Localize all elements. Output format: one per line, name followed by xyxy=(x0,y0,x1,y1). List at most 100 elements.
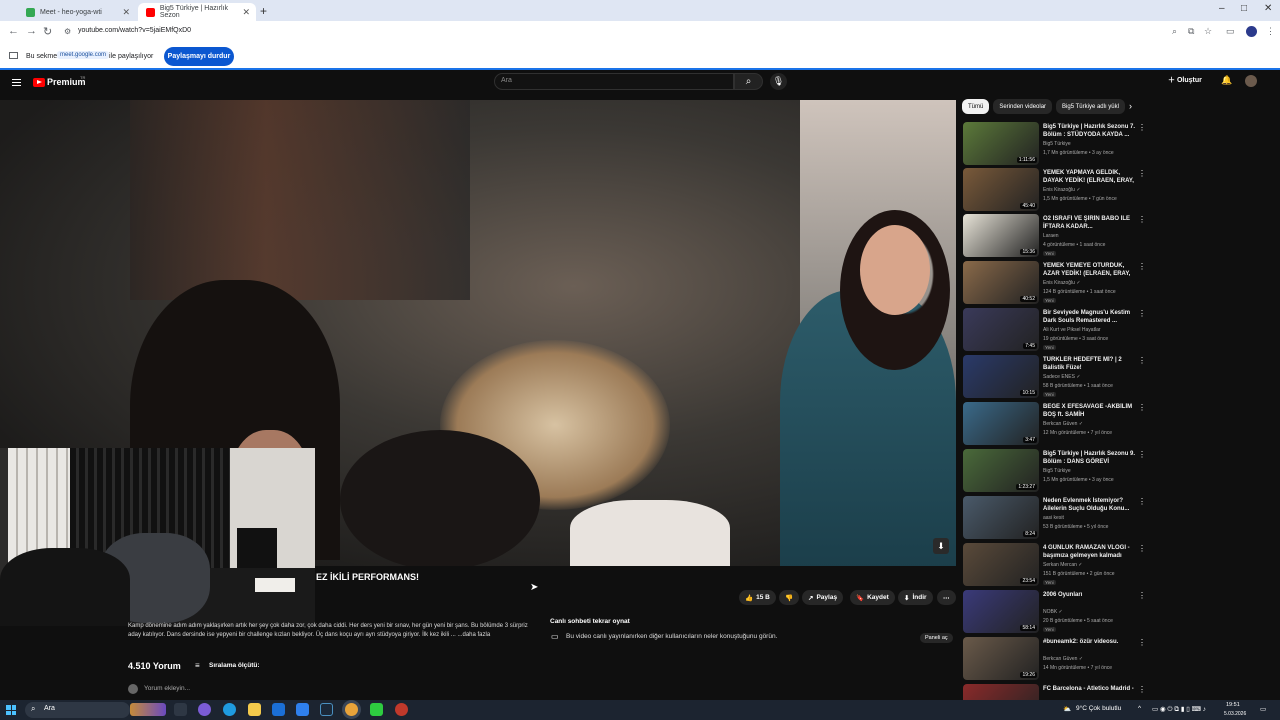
tray-icons[interactable]: ▭ ◉ ⏻ ⧉ ▮ ▯ ⌨ ♪ xyxy=(1152,705,1206,714)
save-to-device-icon[interactable]: ⬇ xyxy=(933,538,949,554)
edge-icon[interactable] xyxy=(223,703,236,716)
voice-search-button[interactable]: 🎙 xyxy=(770,73,787,90)
more-vertical-icon[interactable]: ⋮ xyxy=(1138,403,1146,412)
steam-icon[interactable] xyxy=(320,703,333,716)
recommendation-item[interactable]: 1:11:56 Big5 Türkiye | Hazırlık Sezonu 7.… xyxy=(963,122,1153,166)
like-button[interactable]: 👍 15 B xyxy=(739,590,776,605)
reload-icon[interactable]: ↻ xyxy=(43,25,52,38)
recommendation-item[interactable]: 15:36 O2 İSRAFI VE ŞİRİN BABO İLE İFTARA … xyxy=(963,214,1153,258)
more-vertical-icon[interactable]: ⋮ xyxy=(1138,544,1146,553)
clock-date[interactable]: 5.03.2026 xyxy=(1224,711,1246,717)
store-icon[interactable] xyxy=(272,703,285,716)
recommendation-item[interactable]: 10:15 TÜRKLER HEDEFTE Mİ? | 2 Balistik Fü… xyxy=(963,355,1153,399)
extensions-icon[interactable]: ▭ xyxy=(1226,26,1235,37)
weather-icon[interactable]: ⛅ xyxy=(1063,705,1071,713)
file-explorer-icon[interactable] xyxy=(248,703,261,716)
download-button[interactable]: ⬇ İndir xyxy=(898,590,933,605)
widget-icon[interactable] xyxy=(130,703,166,716)
video-thumbnail[interactable]: 7:45 xyxy=(963,308,1039,351)
tab-youtube[interactable]: Big5 Türkiye | Hazırlık Sezon ✕ xyxy=(138,3,256,21)
notifications-bell-icon[interactable]: 🔔 xyxy=(1221,75,1232,86)
clock-time[interactable]: 19:51 xyxy=(1226,702,1240,708)
maximize-icon[interactable]: □ xyxy=(1241,3,1247,14)
windows-start-icon[interactable] xyxy=(6,705,16,715)
minimize-icon[interactable]: – xyxy=(1219,3,1225,14)
more-vertical-icon[interactable]: ⋮ xyxy=(1138,262,1146,271)
more-vertical-icon[interactable]: ⋮ xyxy=(1138,123,1146,132)
recommendation-item[interactable]: 1:23:27 Big5 Türkiye | Hazırlık Sezonu 9.… xyxy=(963,449,1153,493)
back-icon[interactable]: ← xyxy=(8,25,19,37)
video-description[interactable]: Kamp dönemine adım adım yaklaşırken artı… xyxy=(128,622,538,640)
comment-input[interactable]: Yorum ekleyin... xyxy=(144,685,190,692)
video-thumbnail[interactable]: 19:26 xyxy=(963,637,1039,680)
search-button[interactable]: ⌕ xyxy=(734,73,763,90)
close-icon[interactable]: ✕ xyxy=(122,7,130,18)
more-vertical-icon[interactable]: ⋮ xyxy=(1138,309,1146,318)
mail-icon[interactable] xyxy=(296,703,309,716)
zoom-icon[interactable]: ⌕ xyxy=(1172,26,1177,37)
forward-icon[interactable]: → xyxy=(26,25,37,37)
bookmark-star-icon[interactable]: ☆ xyxy=(1204,26,1212,37)
chrome-icon[interactable] xyxy=(345,703,358,716)
recommendation-item[interactable]: 23:54 4 GÜNLÜK RAMAZAN VLOGI - başımıza g… xyxy=(963,543,1153,587)
copilot-icon[interactable] xyxy=(198,703,211,716)
more-vertical-icon[interactable]: ⋮ xyxy=(1138,169,1146,178)
sort-button[interactable]: Sıralama ölçütü: xyxy=(209,662,260,669)
video-thumbnail[interactable]: 3:47 xyxy=(963,402,1039,445)
share-button[interactable]: ↗ Paylaş xyxy=(802,590,844,605)
more-vertical-icon[interactable]: ⋮ xyxy=(1138,685,1146,694)
chevron-right-icon[interactable]: › xyxy=(1129,101,1132,111)
chip-series[interactable]: Serinden videolar xyxy=(993,99,1053,114)
new-tab-button[interactable]: + xyxy=(260,4,267,18)
chip-channel[interactable]: Big5 Türkiye adlı yükl xyxy=(1056,99,1125,114)
recommendation-item[interactable]: 40:52 YEMEK YEMEYE OTURDUK, AZAR YEDİK! (… xyxy=(963,261,1153,305)
dislike-button[interactable]: 👎 xyxy=(779,590,800,605)
cast-icon[interactable]: ⧉ xyxy=(1188,26,1194,37)
weather-text[interactable]: 9°C Çok bulutlu xyxy=(1076,705,1121,712)
open-panel-button[interactable]: Paneli aç xyxy=(920,633,953,643)
search-input[interactable] xyxy=(494,73,734,90)
avatar[interactable] xyxy=(1245,75,1257,87)
more-vertical-icon[interactable]: ⋮ xyxy=(1138,497,1146,506)
close-icon[interactable]: ✕ xyxy=(242,7,250,18)
video-thumbnail[interactable]: 10:15 xyxy=(963,355,1039,398)
sort-icon[interactable]: ≡ xyxy=(195,661,200,670)
video-thumbnail[interactable]: 45:40 xyxy=(963,168,1039,211)
video-thumbnail[interactable]: 1:23:27 xyxy=(963,449,1039,492)
notification-center-icon[interactable]: ▭ xyxy=(1260,705,1266,713)
more-vertical-icon[interactable]: ⋮ xyxy=(1138,356,1146,365)
more-vertical-icon[interactable]: ⋮ xyxy=(1138,215,1146,224)
more-vertical-icon[interactable]: ⋮ xyxy=(1138,638,1146,647)
recommendation-item[interactable]: 58:14 2006 Oyunları NOBK ✓ 20 B görüntüleme… xyxy=(963,590,1153,634)
video-thumbnail[interactable]: 40:52 xyxy=(963,261,1039,304)
tab-meet[interactable]: Meet - heo-yoga-wti ✕ xyxy=(18,3,136,21)
taskbar-search-input[interactable] xyxy=(25,702,130,718)
address-bar[interactable]: youtube.com/watch?v=5jaiEMfQxD0 xyxy=(78,27,191,34)
profile-avatar[interactable] xyxy=(1246,26,1257,37)
save-button[interactable]: 🔖 Kaydet xyxy=(850,590,895,605)
recommendation-item[interactable]: 45:40 YEMEK YAPMAYA GELDİK, DAYAK YEDİK! … xyxy=(963,168,1153,212)
more-vertical-icon[interactable]: ⋮ xyxy=(1138,450,1146,459)
menu-kebab-icon[interactable]: ⋮ xyxy=(1266,26,1275,37)
recommendation-item[interactable]: 3:47 BEGE X EFESAVAGE -AKBİLİM BOŞ ft. SA… xyxy=(963,402,1153,446)
recommendation-item[interactable]: 8:24 Neden Evlenmek İstemiyor? Ailelerin … xyxy=(963,496,1153,540)
video-thumbnail[interactable]: 1:11:56 xyxy=(963,122,1039,165)
hamburger-menu-icon[interactable] xyxy=(12,79,21,86)
site-info-icon[interactable]: ⚙ xyxy=(64,27,71,36)
recommendation-item[interactable]: 7:45 Bir Seviyede Magnus'u Kestim Dark So… xyxy=(963,308,1153,352)
video-thumbnail[interactable]: 15:36 xyxy=(963,214,1039,257)
video-thumbnail[interactable]: 23:54 xyxy=(963,543,1039,586)
app-icon[interactable] xyxy=(395,703,408,716)
create-button[interactable]: ＋ Oluştur xyxy=(1168,75,1202,89)
youtube-logo-icon[interactable] xyxy=(33,78,45,87)
video-thumbnail[interactable]: 58:14 xyxy=(963,590,1039,633)
more-vertical-icon[interactable]: ⋮ xyxy=(1138,591,1146,600)
media-player-icon[interactable] xyxy=(370,703,383,716)
stop-sharing-button[interactable]: Paylaşmayı durdur xyxy=(164,47,234,66)
more-actions-button[interactable]: ⋯ xyxy=(937,590,956,605)
chip-all[interactable]: Tümü xyxy=(962,99,990,114)
recommendation-item[interactable]: 19:26 #buneamk2: özür videosu. Berkcan Güv… xyxy=(963,637,1153,681)
task-view-icon[interactable] xyxy=(174,703,187,716)
video-thumbnail[interactable]: 8:24 xyxy=(963,496,1039,539)
close-window-icon[interactable]: ✕ xyxy=(1264,3,1272,14)
